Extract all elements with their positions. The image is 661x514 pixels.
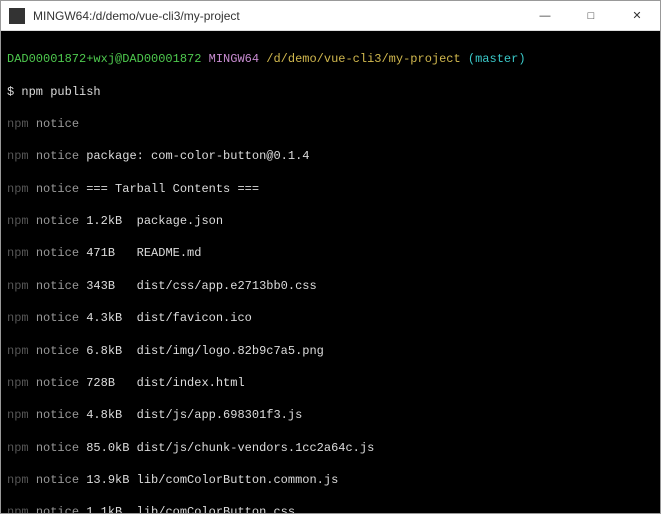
npm-prefix: npm <box>7 441 29 455</box>
notice-word: notice <box>36 344 79 358</box>
app-icon <box>9 8 25 24</box>
output-line: npm notice 1.1kB lib/comColorButton.css <box>7 504 654 513</box>
notice-body: 4.3kB dist/favicon.ico <box>86 311 252 325</box>
npm-prefix: npm <box>7 376 29 390</box>
command-line: $ npm publish <box>7 84 654 100</box>
notice-word: notice <box>36 311 79 325</box>
prompt-path: /d/demo/vue-cli3/my-project <box>266 52 460 66</box>
npm-prefix: npm <box>7 505 29 513</box>
output-line: npm notice <box>7 116 654 132</box>
npm-prefix: npm <box>7 311 29 325</box>
output-line: npm notice 6.8kB dist/img/logo.82b9c7a5.… <box>7 343 654 359</box>
minimize-button[interactable]: — <box>522 1 568 31</box>
output-line: npm notice 4.8kB dist/js/app.698301f3.js <box>7 407 654 423</box>
output-line: npm notice 13.9kB lib/comColorButton.com… <box>7 472 654 488</box>
notice-body: 728B dist/index.html <box>86 376 244 390</box>
notice-word: notice <box>36 246 79 260</box>
npm-prefix: npm <box>7 344 29 358</box>
notice-word: notice <box>36 182 79 196</box>
prompt-branch: (master) <box>468 52 526 66</box>
notice-word: notice <box>36 279 79 293</box>
command-text: npm publish <box>21 85 100 99</box>
notice-word: notice <box>36 408 79 422</box>
npm-prefix: npm <box>7 182 29 196</box>
notice-body: 85.0kB dist/js/chunk-vendors.1cc2a64c.js <box>86 441 374 455</box>
maximize-button[interactable]: □ <box>568 1 614 31</box>
notice-body: 343B dist/css/app.e2713bb0.css <box>86 279 316 293</box>
window-titlebar: MINGW64:/d/demo/vue-cli3/my-project — □ … <box>1 1 660 31</box>
notice-word: notice <box>36 214 79 228</box>
notice-word: notice <box>36 473 79 487</box>
notice-word: notice <box>36 149 79 163</box>
output-line: npm notice package: com-color-button@0.1… <box>7 148 654 164</box>
npm-prefix: npm <box>7 473 29 487</box>
notice-body: 471B README.md <box>86 246 201 260</box>
notice-body: 1.1kB lib/comColorButton.css <box>86 505 295 513</box>
output-line: npm notice 343B dist/css/app.e2713bb0.cs… <box>7 278 654 294</box>
prompt-host: MINGW64 <box>209 52 259 66</box>
notice-body: 6.8kB dist/img/logo.82b9c7a5.png <box>86 344 324 358</box>
window-controls: — □ ✕ <box>522 1 660 31</box>
notice-word: notice <box>36 376 79 390</box>
prompt-line: DAD00001872+wxj@DAD00001872 MINGW64 /d/d… <box>7 51 654 67</box>
window-title: MINGW64:/d/demo/vue-cli3/my-project <box>33 9 522 23</box>
terminal-pane[interactable]: DAD00001872+wxj@DAD00001872 MINGW64 /d/d… <box>1 31 660 513</box>
output-line: npm notice 1.2kB package.json <box>7 213 654 229</box>
notice-body: 4.8kB dist/js/app.698301f3.js <box>86 408 302 422</box>
npm-prefix: npm <box>7 408 29 422</box>
prompt-symbol: $ <box>7 85 21 99</box>
npm-prefix: npm <box>7 117 29 131</box>
prompt-user: DAD00001872+wxj@DAD00001872 <box>7 52 201 66</box>
output-line: npm notice 4.3kB dist/favicon.ico <box>7 310 654 326</box>
notice-body: === Tarball Contents === <box>86 182 259 196</box>
output-line: npm notice 728B dist/index.html <box>7 375 654 391</box>
npm-prefix: npm <box>7 279 29 293</box>
notice-body: 1.2kB package.json <box>86 214 223 228</box>
npm-prefix: npm <box>7 246 29 260</box>
notice-word: notice <box>36 117 79 131</box>
output-line: npm notice 471B README.md <box>7 245 654 261</box>
npm-prefix: npm <box>7 214 29 228</box>
notice-word: notice <box>36 505 79 513</box>
output-line: npm notice 85.0kB dist/js/chunk-vendors.… <box>7 440 654 456</box>
notice-word: notice <box>36 441 79 455</box>
npm-prefix: npm <box>7 149 29 163</box>
notice-body: package: com-color-button@0.1.4 <box>86 149 309 163</box>
close-button[interactable]: ✕ <box>614 1 660 31</box>
notice-body: 13.9kB lib/comColorButton.common.js <box>86 473 338 487</box>
output-line: npm notice === Tarball Contents === <box>7 181 654 197</box>
